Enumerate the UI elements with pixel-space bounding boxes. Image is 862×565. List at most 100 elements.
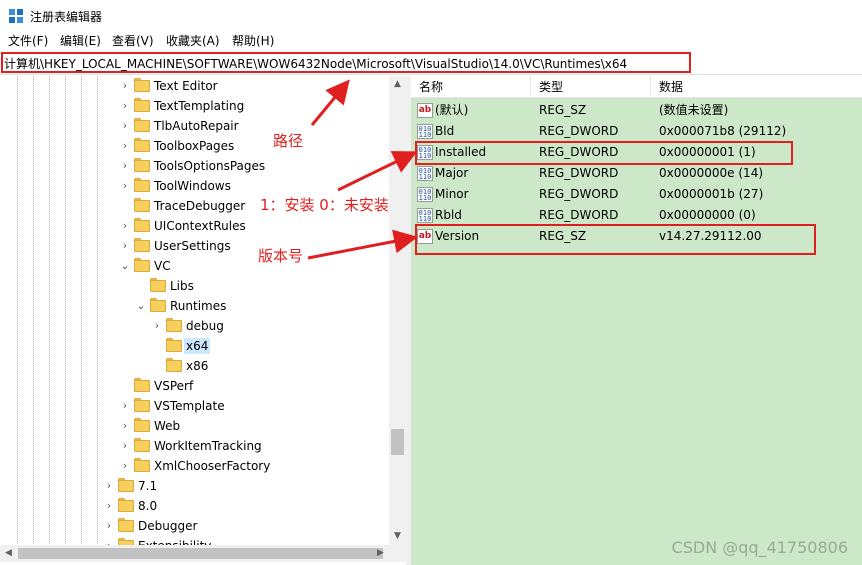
tree-item-label: VSPerf (154, 379, 194, 393)
column-header-data[interactable]: 数据 (651, 76, 862, 98)
scroll-thumb-horizontal[interactable] (18, 548, 383, 559)
annotation-path-label: 路径 (273, 132, 304, 150)
tree-item-label: x86 (186, 359, 209, 373)
value-name: Rbld (435, 208, 462, 222)
value-type: REG_SZ (539, 103, 587, 117)
chevron-right-icon[interactable]: › (120, 439, 130, 453)
chevron-right-icon[interactable]: › (152, 319, 162, 333)
chevron-right-icon (120, 199, 130, 213)
chevron-right-icon[interactable]: › (120, 119, 130, 133)
chevron-right-icon[interactable]: › (120, 419, 130, 433)
folder-icon (150, 278, 166, 292)
menu-help[interactable]: 帮助(H) (232, 32, 274, 50)
column-header-type[interactable]: 类型 (531, 76, 651, 98)
scroll-left-arrow-icon[interactable]: ◀ (0, 545, 17, 562)
value-type: REG_DWORD (539, 208, 619, 222)
folder-icon (150, 298, 166, 312)
tree-item-vc[interactable]: ⌄ VC (120, 256, 389, 276)
tree-item-toolboxpages[interactable]: › ToolboxPages (120, 136, 389, 156)
tree-item-label: debug (186, 319, 224, 333)
value-name: Major (435, 166, 469, 180)
tree-item-8-0[interactable]: › 8.0 (104, 496, 389, 516)
tree-item-x64[interactable]: x64 (152, 336, 389, 356)
chevron-down-icon[interactable]: ⌄ (136, 299, 146, 313)
tree-item-toolwindows[interactable]: › ToolWindows (120, 176, 389, 196)
scroll-right-arrow-icon[interactable]: ▶ (372, 545, 389, 562)
chevron-right-icon[interactable]: › (120, 399, 130, 413)
tree-item-vstemplate[interactable]: › VSTemplate (120, 396, 389, 416)
tree-item-vsperf[interactable]: VSPerf (120, 376, 389, 396)
menu-edit[interactable]: 编辑(E) (60, 32, 101, 50)
chevron-right-icon[interactable]: › (120, 99, 130, 113)
value-row-major[interactable]: 010 110 Major REG_DWORD 0x0000000e (14) (411, 163, 862, 184)
chevron-down-icon[interactable]: ⌄ (120, 259, 130, 273)
chevron-right-icon[interactable]: › (104, 519, 114, 533)
folder-icon (118, 478, 134, 492)
tree-horizontal-scrollbar[interactable]: ◀ ▶ (0, 545, 389, 562)
tree-item-libs[interactable]: Libs (136, 276, 389, 296)
folder-icon (134, 138, 150, 152)
chevron-right-icon[interactable]: › (120, 239, 130, 253)
tree-item-label: ToolboxPages (154, 139, 235, 153)
menu-favorites[interactable]: 收藏夹(A) (166, 32, 220, 50)
tree-item-usersettings[interactable]: › UserSettings (120, 236, 389, 256)
tree-item-web[interactable]: › Web (120, 416, 389, 436)
tree-item-label: Libs (170, 279, 194, 293)
folder-icon (134, 238, 150, 252)
tree-item-runtimes[interactable]: ⌄ Runtimes (136, 296, 389, 316)
chevron-right-icon (120, 379, 130, 393)
chevron-right-icon[interactable]: › (120, 139, 130, 153)
tree-item-label: UIContextRules (154, 219, 246, 233)
chevron-right-icon[interactable]: › (104, 499, 114, 513)
folder-icon (118, 518, 134, 532)
chevron-right-icon[interactable]: › (104, 479, 114, 493)
annotation-box-path (1, 52, 691, 73)
scroll-up-arrow-icon[interactable]: ▲ (389, 76, 406, 93)
tree-item-debugger[interactable]: › Debugger (104, 516, 389, 536)
value-name: (默认) (435, 103, 469, 117)
menu-bar: 文件(F) 编辑(E) 查看(V) 收藏夹(A) 帮助(H) (0, 32, 862, 50)
chevron-right-icon[interactable]: › (120, 159, 130, 173)
scroll-down-arrow-icon[interactable]: ▼ (389, 528, 406, 545)
tree-item-texttemplating[interactable]: › TextTemplating (120, 96, 389, 116)
tree-vertical-scrollbar[interactable]: ▲ ▼ (389, 76, 406, 545)
folder-icon (166, 338, 182, 352)
annotation-version-label: 版本号 (258, 247, 304, 265)
value-row-[interactable]: ab (默认) REG_SZ (数值未设置) (411, 100, 862, 121)
tree-item-label: ToolWindows (154, 179, 231, 193)
tree-item-uicontextrules[interactable]: › UIContextRules (120, 216, 389, 236)
chevron-right-icon[interactable]: › (120, 79, 130, 93)
value-row-minor[interactable]: 010 110 Minor REG_DWORD 0x0000001b (27) (411, 184, 862, 205)
column-header-name[interactable]: 名称 (411, 76, 531, 98)
tree-item-workitemtracking[interactable]: › WorkItemTracking (120, 436, 389, 456)
tree-item-label: WorkItemTracking (154, 439, 262, 453)
value-data: (数值未设置) (659, 103, 729, 117)
tree-guide-line (97, 76, 98, 546)
tree-item-label: VSTemplate (154, 399, 225, 413)
scroll-thumb[interactable] (391, 429, 404, 455)
value-row-bld[interactable]: 010 110 Bld REG_DWORD 0x000071b8 (29112) (411, 121, 862, 142)
chevron-right-icon[interactable]: › (120, 219, 130, 233)
tree-item-debug[interactable]: › debug (152, 316, 389, 336)
tree-item-label: Text Editor (154, 79, 218, 93)
menu-view[interactable]: 查看(V) (112, 32, 154, 50)
tree-item-label: XmlChooserFactory (154, 459, 271, 473)
value-row-rbld[interactable]: 010 110 Rbld REG_DWORD 0x00000000 (0) (411, 205, 862, 226)
dword-value-icon: 010 110 (417, 166, 433, 181)
annotation-box-version (415, 224, 816, 255)
key-tree[interactable]: › Text Editor › TextTemplating › TlbAutoRepai… (0, 76, 406, 565)
dword-value-icon: 010 110 (417, 208, 433, 223)
tree-item-toolsoptionspages[interactable]: › ToolsOptionsPages (120, 156, 389, 176)
chevron-right-icon[interactable]: › (120, 179, 130, 193)
menu-file[interactable]: 文件(F) (8, 32, 48, 50)
tree-item-tlbautorepair[interactable]: › TlbAutoRepair (120, 116, 389, 136)
tree-item-7-1[interactable]: › 7.1 (104, 476, 389, 496)
tree-item-text-editor[interactable]: › Text Editor (120, 76, 389, 96)
chevron-right-icon[interactable]: › (120, 459, 130, 473)
tree-item-x86[interactable]: x86 (152, 356, 389, 376)
tree-item-xmlchooserfactory[interactable]: › XmlChooserFactory (120, 456, 389, 476)
tree-item-label: Debugger (138, 519, 198, 533)
window-title: 注册表编辑器 (30, 10, 103, 24)
folder-icon (134, 418, 150, 432)
folder-icon (134, 458, 150, 472)
